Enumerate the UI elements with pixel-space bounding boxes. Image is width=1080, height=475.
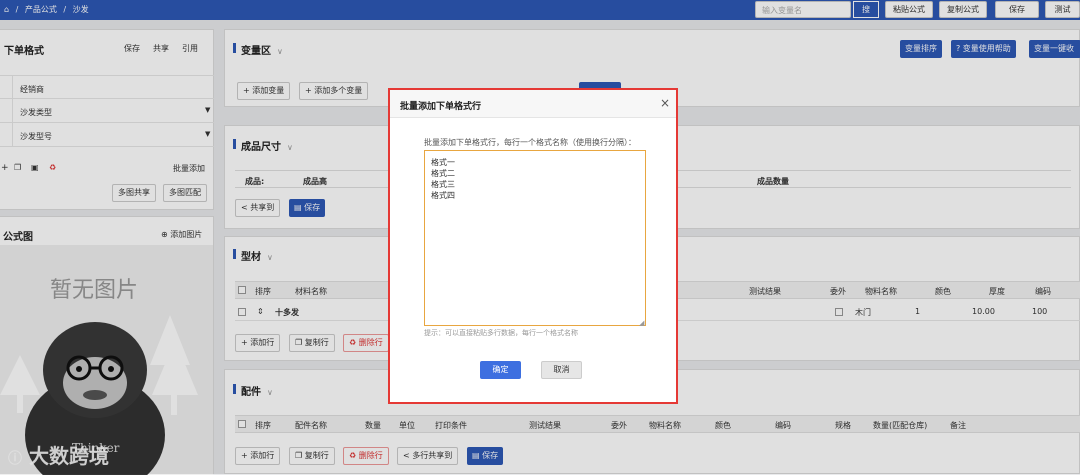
modal-title: 批量添加下单格式行 — [400, 102, 482, 112]
modal-header: 批量添加下单格式行 × — [390, 90, 676, 118]
modal-description: 批量添加下单格式行，每行一个格式名称（使用换行分隔）： — [424, 138, 636, 147]
format-names-textarea[interactable]: 格式一 格式二 格式三 格式四 — [424, 150, 646, 326]
confirm-button[interactable]: 确定 — [480, 361, 521, 379]
cancel-button[interactable]: 取消 — [541, 361, 582, 379]
modal-hint: 提示：可以直接粘贴多行数据，每行一个格式名称 — [424, 329, 578, 337]
resize-handle-icon[interactable]: ◢ — [639, 319, 644, 327]
close-icon[interactable]: × — [660, 96, 670, 110]
batch-add-modal: 批量添加下单格式行 × 批量添加下单格式行，每行一个格式名称（使用换行分隔）： … — [388, 88, 678, 404]
